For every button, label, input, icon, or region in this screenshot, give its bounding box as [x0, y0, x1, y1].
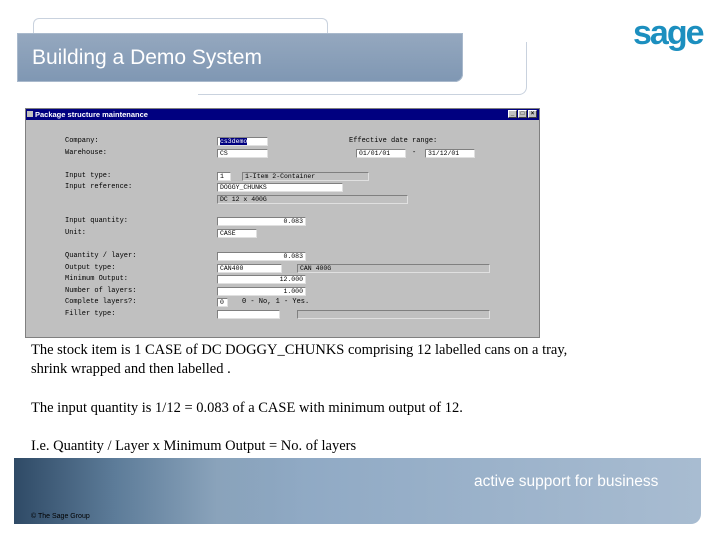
input-reference-field[interactable]: DOGGY_CHUNKS	[217, 183, 343, 192]
company-field[interactable]: cs3demo	[217, 137, 268, 146]
close-button[interactable]: ×	[528, 110, 537, 118]
slogan: active support for business	[474, 473, 659, 490]
maximize-button[interactable]: □	[518, 110, 527, 118]
warehouse-field[interactable]: CS	[217, 149, 268, 158]
window-title: Package structure maintenance	[35, 110, 148, 119]
explanation-line-2: shrink wrapped and then labelled .	[31, 361, 231, 377]
complete-layers-description: 0 - No, 1 - Yes.	[242, 298, 310, 306]
window-titlebar: Package structure maintenance _ □ ×	[26, 109, 539, 120]
package-structure-window: Package structure maintenance _ □ × Comp…	[25, 108, 540, 338]
complete-layers-label: Complete layers?:	[65, 298, 137, 306]
filler-type-label: Filler type:	[65, 310, 116, 318]
number-of-layers-field[interactable]: 1.000	[217, 287, 306, 296]
input-quantity-field[interactable]: 0.083	[217, 217, 306, 226]
minimum-output-field[interactable]: 12.000	[217, 275, 306, 284]
date-range-label: Effective date range:	[349, 137, 438, 145]
date-separator: -	[412, 149, 417, 157]
explanation-line-3: The input quantity is 1/12 = 0.083 of a …	[31, 400, 463, 416]
input-reference-label: Input reference:	[65, 183, 133, 191]
date-to-field[interactable]: 31/12/01	[425, 149, 475, 158]
number-of-layers-label: Number of layers:	[65, 287, 137, 295]
input-reference-description: DC 12 x 400G	[217, 195, 408, 204]
app-icon	[27, 111, 33, 117]
input-type-label: Input type:	[65, 172, 112, 180]
explanation-line-4: I.e. Quantity / Layer x Minimum Output =…	[31, 438, 357, 454]
unit-field[interactable]: CASE	[217, 229, 257, 238]
company-label: Company:	[65, 137, 99, 145]
output-type-field[interactable]: CAN400	[217, 264, 282, 273]
input-quantity-label: Input quantity:	[65, 217, 129, 225]
copyright: © The Sage Group	[31, 513, 90, 520]
minimize-button[interactable]: _	[508, 110, 517, 118]
slide-title: Building a Demo System	[32, 46, 262, 69]
date-from-field[interactable]: 01/01/01	[356, 149, 406, 158]
unit-label: Unit:	[65, 229, 87, 237]
warehouse-label: Warehouse:	[65, 149, 108, 157]
input-type-description: 1-Item 2-Container	[242, 172, 369, 181]
quantity-per-layer-label: Quantity / layer:	[65, 252, 137, 260]
complete-layers-field[interactable]: 0	[217, 298, 228, 307]
output-type-label: Output type:	[65, 264, 116, 272]
explanation-line-1: The stock item is 1 CASE of DC DOGGY_CHU…	[31, 342, 568, 358]
sage-logo: sage	[633, 14, 704, 52]
input-type-field[interactable]: 1	[217, 172, 231, 181]
output-type-description: CAN 400G	[297, 264, 490, 273]
minimum-output-label: Minimum Output:	[65, 275, 129, 283]
quantity-per-layer-field[interactable]: 0.083	[217, 252, 306, 261]
filler-type-field[interactable]	[217, 310, 280, 319]
filler-type-description	[297, 310, 490, 319]
